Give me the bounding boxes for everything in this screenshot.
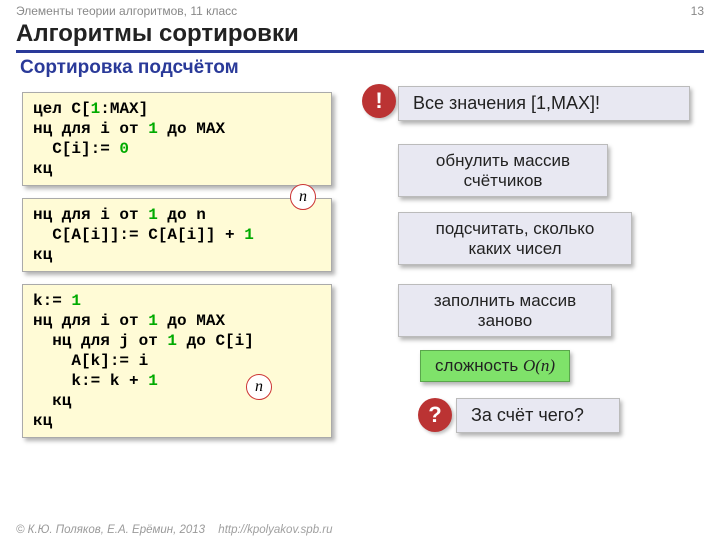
note-why: За счёт чего?	[456, 398, 620, 433]
complexity-label: сложность	[435, 356, 523, 375]
num: 1	[148, 312, 158, 330]
n-badge-2: n	[246, 374, 272, 400]
num: 1	[244, 226, 254, 244]
kw: нц для j от	[33, 332, 167, 350]
footer-url: http://kpolyakov.spb.ru	[218, 524, 332, 536]
num: 1	[148, 206, 158, 224]
kw: кц	[33, 392, 71, 410]
content-area: цел C[1:MAX] нц для i от 1 до MAX C[i]:=…	[0, 92, 720, 502]
code-text: A[k]:= i	[33, 352, 148, 370]
kw: нц для i от	[33, 120, 148, 138]
copyright: © К.Ю. Поляков, Е.А. Ерёмин, 2013	[16, 524, 205, 536]
code-block-1: цел C[1:MAX] нц для i от 1 до MAX C[i]:=…	[22, 92, 332, 186]
code-block-2: нц для i от 1 до n C[A[i]]:= C[A[i]] + 1…	[22, 198, 332, 272]
num: 1	[148, 372, 158, 390]
num: 1	[91, 100, 101, 118]
code-text: C[A[i]]:= C[A[i]] +	[33, 226, 244, 244]
num: 0	[119, 140, 129, 158]
code-text: C[i]:=	[33, 140, 119, 158]
num: 1	[167, 332, 177, 350]
num: 1	[148, 120, 158, 138]
n-badge-1: n	[290, 184, 316, 210]
code-text: k:= k +	[33, 372, 148, 390]
page-title: Алгоритмы сортировки	[0, 20, 720, 50]
kw: нц для i от	[33, 206, 148, 224]
kw: до n	[158, 206, 206, 224]
course-label: Элементы теории алгоритмов, 11 класс	[16, 4, 237, 18]
kw: до MAX	[158, 120, 225, 138]
kw: кц	[33, 412, 52, 430]
code-text: :MAX]	[100, 100, 148, 118]
note-zero: обнулить массив счётчиков	[398, 144, 608, 197]
code-block-3: k:= 1 нц для i от 1 до MAX нц для j от 1…	[22, 284, 332, 438]
complexity-n: (n)	[535, 356, 555, 375]
note-range: Все значения [1,MAX]!	[398, 86, 690, 121]
note-fill: заполнить массив заново	[398, 284, 612, 337]
complexity-O: O	[523, 356, 535, 375]
kw: до C[i]	[177, 332, 254, 350]
exclaim-badge: !	[362, 84, 396, 118]
num: 1	[71, 292, 81, 310]
page-number: 13	[691, 4, 704, 18]
question-badge: ?	[418, 398, 452, 432]
kw: нц для i от	[33, 312, 148, 330]
kw: до MAX	[158, 312, 225, 330]
code-text: C[	[62, 100, 91, 118]
footer: © К.Ю. Поляков, Е.А. Ерёмин, 2013 http:/…	[16, 524, 333, 536]
title-rule	[16, 50, 704, 53]
kw: кц	[33, 160, 52, 178]
header-bar: Элементы теории алгоритмов, 11 класс 13	[0, 0, 720, 20]
note-complexity: сложность O(n)	[420, 350, 570, 382]
kw: кц	[33, 246, 52, 264]
code-text: k:=	[33, 292, 71, 310]
note-count: подсчитать, сколько каких чисел	[398, 212, 632, 265]
subtitle: Сортировка подсчётом	[0, 55, 720, 83]
kw: цел	[33, 100, 62, 118]
